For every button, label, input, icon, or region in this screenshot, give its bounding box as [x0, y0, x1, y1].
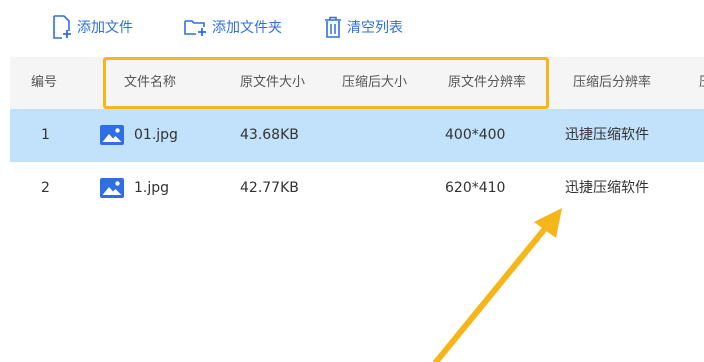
clear-list-label: 清空列表 [347, 20, 403, 36]
add-folder-label: 添加文件夹 [212, 20, 282, 36]
table-header: 编号 文件名称 原文件大小 压缩后大小 原文件分辨率 压缩后分辨率 压 [10, 57, 704, 109]
column-header-file-name[interactable]: 文件名称 [124, 57, 176, 109]
column-header-index[interactable]: 编号 [31, 57, 57, 109]
add-file-label: 添加文件 [77, 20, 133, 36]
column-header-original-resolution[interactable]: 原文件分辨率 [448, 57, 526, 109]
image-file-icon [100, 178, 124, 198]
row-original-resolution: 400*400 [445, 127, 506, 143]
image-file-icon [100, 125, 124, 145]
row-original-resolution: 620*410 [445, 180, 506, 196]
add-file-button[interactable]: 添加文件 [52, 14, 133, 40]
file-plus-icon [52, 15, 72, 39]
row-index: 2 [41, 180, 50, 196]
row-compressed-resolution: 迅捷压缩软件 [565, 180, 649, 196]
table-row[interactable]: 2 1.jpg 42.77KB 620*410 迅捷压缩软件 [10, 162, 704, 215]
column-header-compressed-resolution[interactable]: 压缩后分辨率 [573, 57, 651, 109]
row-compressed-resolution: 迅捷压缩软件 [565, 127, 649, 143]
row-file-name: 1.jpg [134, 180, 170, 196]
table-row[interactable]: 1 01.jpg 43.68KB 400*400 迅捷压缩软件 [10, 109, 704, 162]
column-header-original-size[interactable]: 原文件大小 [240, 57, 305, 109]
row-index: 1 [41, 127, 50, 143]
add-folder-button[interactable]: 添加文件夹 [183, 14, 282, 40]
folder-plus-icon [183, 17, 207, 37]
row-file-name: 01.jpg [134, 127, 178, 143]
row-original-size: 43.68KB [240, 127, 299, 143]
trash-icon [324, 16, 342, 38]
toolbar: 添加文件 添加文件夹 清空列表 [0, 0, 704, 56]
clear-list-button[interactable]: 清空列表 [324, 14, 403, 40]
column-header-truncated[interactable]: 压 [699, 57, 704, 109]
column-header-compressed-size[interactable]: 压缩后大小 [342, 57, 407, 109]
row-original-size: 42.77KB [240, 180, 299, 196]
